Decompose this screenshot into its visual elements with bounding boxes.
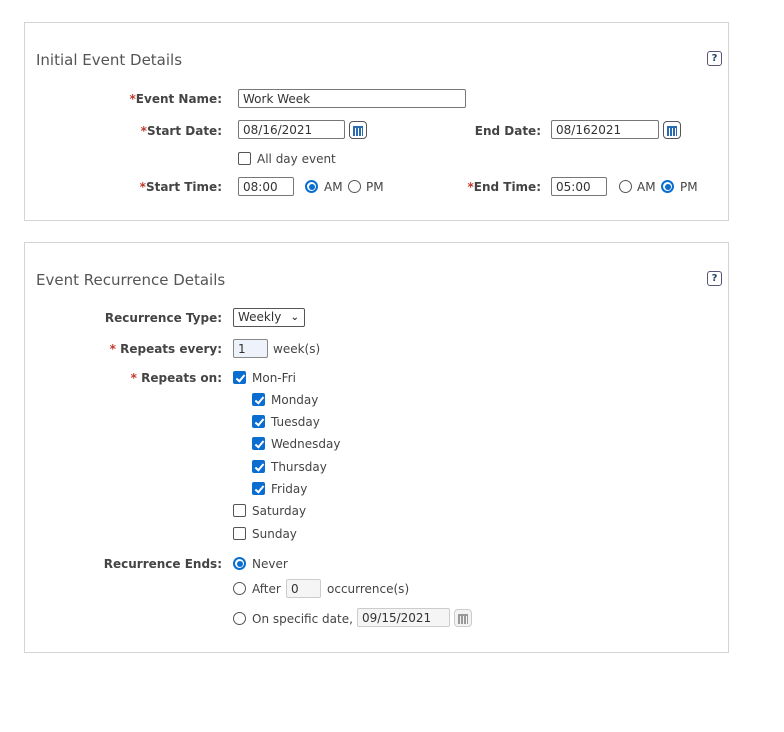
repeats-every-label: * Repeats every: <box>60 342 222 356</box>
help-icon[interactable]: ? <box>707 51 722 66</box>
start-date-input[interactable]: 08/16/2021 <box>238 120 345 139</box>
am-label: AM <box>324 180 343 194</box>
after-label: After <box>252 582 281 596</box>
start-time-input[interactable]: 08:00 <box>238 177 294 196</box>
day-checkbox-tuesday[interactable] <box>252 415 265 428</box>
unit-label: week(s) <box>273 342 321 356</box>
day-label: Monday <box>271 393 319 407</box>
required-marker: * <box>109 342 116 356</box>
day-label: Sunday <box>252 527 297 541</box>
end-am-radio[interactable] <box>619 180 632 193</box>
occurrences-label: occurrence(s) <box>327 582 410 596</box>
end-time-input[interactable]: 05:00 <box>551 177 607 196</box>
selected-value: Weekly <box>238 310 282 324</box>
end-date-label: End Date: <box>474 124 541 138</box>
day-checkbox-friday[interactable] <box>252 482 265 495</box>
calendar-icon[interactable] <box>349 121 367 139</box>
start-date-label: *Start Date: <box>100 124 222 138</box>
day-label: Friday <box>271 482 308 496</box>
label-text: Repeats every: <box>120 342 222 356</box>
ends-never-radio[interactable] <box>233 557 246 570</box>
day-label: Thursday <box>271 460 327 474</box>
all-day-label: All day event <box>257 152 336 166</box>
am-label: AM <box>637 180 656 194</box>
end-date-input[interactable]: 09/15/2021 <box>357 608 450 627</box>
label-text: Start Time: <box>145 180 222 194</box>
calendar-icon[interactable] <box>454 609 472 627</box>
day-checkbox-mon-fri[interactable] <box>233 371 246 384</box>
recurrence-type-label: Recurrence Type: <box>104 311 222 325</box>
day-checkbox-wednesday[interactable] <box>252 437 265 450</box>
label-text: Event Name: <box>135 92 222 106</box>
label-text: Start Date: <box>146 124 222 138</box>
required-marker: * <box>130 371 137 385</box>
event-name-label: *Event Name: <box>100 92 222 106</box>
help-icon[interactable]: ? <box>707 271 722 286</box>
ends-after-radio[interactable] <box>233 582 246 595</box>
all-day-checkbox[interactable] <box>238 152 251 165</box>
day-checkbox-sunday[interactable] <box>233 527 246 540</box>
never-label: Never <box>252 557 288 571</box>
after-count-input[interactable]: 0 <box>286 579 321 598</box>
label-text: End Time: <box>473 180 541 194</box>
day-label: Saturday <box>252 504 307 518</box>
day-checkbox-thursday[interactable] <box>252 460 265 473</box>
pm-label: PM <box>680 180 698 194</box>
recurrence-ends-label: Recurrence Ends: <box>103 557 222 571</box>
chevron-down-icon: ⌄ <box>290 312 299 323</box>
day-checkbox-saturday[interactable] <box>233 504 246 517</box>
day-label: Mon-Fri <box>252 371 296 385</box>
label-text: Repeats on: <box>141 371 222 385</box>
day-checkbox-monday[interactable] <box>252 393 265 406</box>
end-time-label: *End Time: <box>420 180 541 194</box>
calendar-icon[interactable] <box>663 121 681 139</box>
end-pm-radio[interactable] <box>661 180 674 193</box>
panel-title: Initial Event Details <box>36 51 183 69</box>
recurrence-type-select[interactable]: Weekly ⌄ <box>233 308 305 327</box>
start-pm-radio[interactable] <box>348 180 361 193</box>
ends-on-date-radio[interactable] <box>233 612 246 625</box>
day-label: Tuesday <box>271 415 320 429</box>
event-name-input[interactable]: Work Week <box>238 89 466 108</box>
pm-label: PM <box>366 180 384 194</box>
panel-title: Event Recurrence Details <box>36 271 226 289</box>
start-time-label: *Start Time: <box>100 180 222 194</box>
end-date-input[interactable]: 08/162021 <box>551 120 659 139</box>
on-date-label: On specific date, <box>252 612 353 626</box>
start-am-radio[interactable] <box>305 180 318 193</box>
day-label: Wednesday <box>271 437 341 451</box>
repeats-every-input[interactable]: 1 <box>233 339 268 358</box>
repeats-on-label: * Repeats on: <box>60 371 222 385</box>
